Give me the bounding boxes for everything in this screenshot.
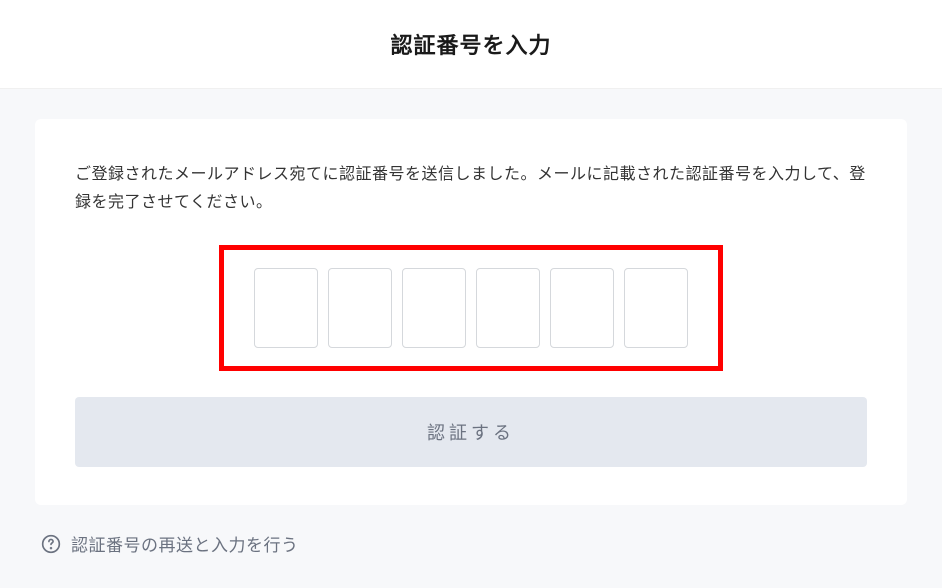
content-area: ご登録されたメールアドレス宛てに認証番号を送信しました。メールに記載された認証番… — [0, 89, 942, 556]
page-title: 認証番号を入力 — [0, 28, 942, 60]
verify-button[interactable]: 認証する — [75, 397, 867, 467]
code-digit-4[interactable] — [476, 268, 540, 348]
help-circle-icon — [41, 534, 61, 554]
code-digit-3[interactable] — [402, 268, 466, 348]
resend-link[interactable]: 認証番号の再送と入力を行う — [35, 505, 907, 556]
verification-card: ご登録されたメールアドレス宛てに認証番号を送信しました。メールに記載された認証番… — [35, 119, 907, 505]
code-digit-1[interactable] — [254, 268, 318, 348]
code-digit-2[interactable] — [328, 268, 392, 348]
code-input-highlight — [219, 245, 723, 371]
code-digit-6[interactable] — [624, 268, 688, 348]
code-input-group — [254, 268, 688, 348]
instruction-text: ご登録されたメールアドレス宛てに認証番号を送信しました。メールに記載された認証番… — [75, 161, 867, 217]
page-header: 認証番号を入力 — [0, 0, 942, 89]
code-digit-5[interactable] — [550, 268, 614, 348]
resend-link-label: 認証番号の再送と入力を行う — [71, 531, 299, 556]
